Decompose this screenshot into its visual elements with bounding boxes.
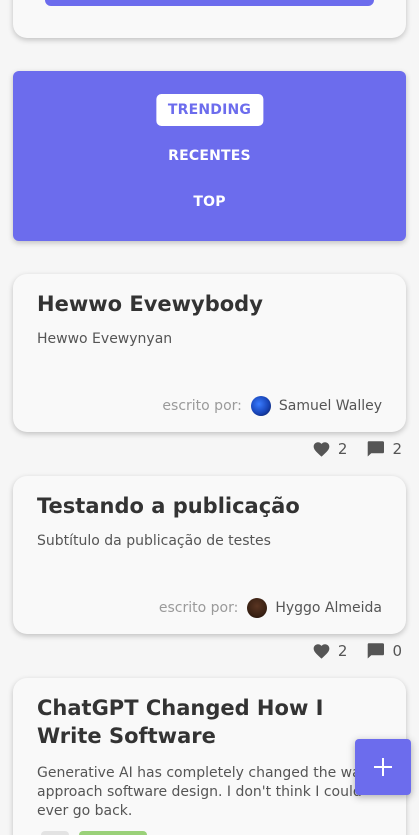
like-count: 2 <box>337 642 348 660</box>
tab-trending[interactable]: TRENDING <box>155 94 264 126</box>
comment-stat[interactable]: 0 <box>367 642 402 660</box>
tab-recentes[interactable]: RECENTES <box>156 140 263 172</box>
post-stats: 2 2 <box>313 440 402 458</box>
tag[interactable] <box>41 831 69 835</box>
tab-top[interactable]: TOP <box>181 186 237 218</box>
avatar <box>247 598 268 618</box>
like-stat[interactable]: 2 <box>313 642 348 660</box>
author-label: escrito por: <box>158 600 239 616</box>
author-name[interactable]: Hyggo Almeida <box>275 600 382 616</box>
comment-count: 0 <box>392 642 402 660</box>
previous-post-button[interactable] <box>45 0 374 6</box>
like-count: 2 <box>337 440 348 458</box>
post-author: escrito por: Samuel Walley <box>162 396 382 416</box>
author-label: escrito por: <box>162 398 242 414</box>
post-subtitle: Subtítulo da publicação de testes <box>37 533 271 549</box>
author-name[interactable]: Samuel Walley <box>279 398 382 414</box>
previous-post-card <box>13 0 406 38</box>
post-subtitle: Generative AI has completely changed the… <box>37 765 378 819</box>
post-stats: 2 0 <box>313 642 402 660</box>
like-stat[interactable]: 2 <box>313 440 348 458</box>
post-author: escrito por: Hyggo Almeida <box>159 598 382 618</box>
feed-filter-card: TRENDING RECENTES TOP <box>13 71 406 241</box>
post-card[interactable]: ChatGPT Changed How I Write Software Gen… <box>13 678 406 835</box>
plus-icon <box>374 758 392 776</box>
comment-icon <box>368 643 385 659</box>
tag[interactable] <box>79 831 147 835</box>
post-title: ChatGPT Changed How I Write Software <box>37 696 324 748</box>
post-title: Hewwo Evewybody <box>37 292 263 316</box>
heart-icon <box>313 643 330 659</box>
post-card[interactable]: Hewwo Evewybody Hewwo Evewynyan escrito … <box>13 274 406 432</box>
avatar <box>250 396 271 416</box>
post-title: Testando a publicação <box>37 494 300 518</box>
comment-stat[interactable]: 2 <box>367 440 402 458</box>
post-subtitle: Hewwo Evewynyan <box>37 331 173 347</box>
new-post-button[interactable] <box>355 739 411 795</box>
post-card[interactable]: Testando a publicação Subtítulo da publi… <box>13 476 406 634</box>
comment-icon <box>368 441 385 457</box>
comment-count: 2 <box>392 440 402 458</box>
heart-icon <box>313 441 330 457</box>
